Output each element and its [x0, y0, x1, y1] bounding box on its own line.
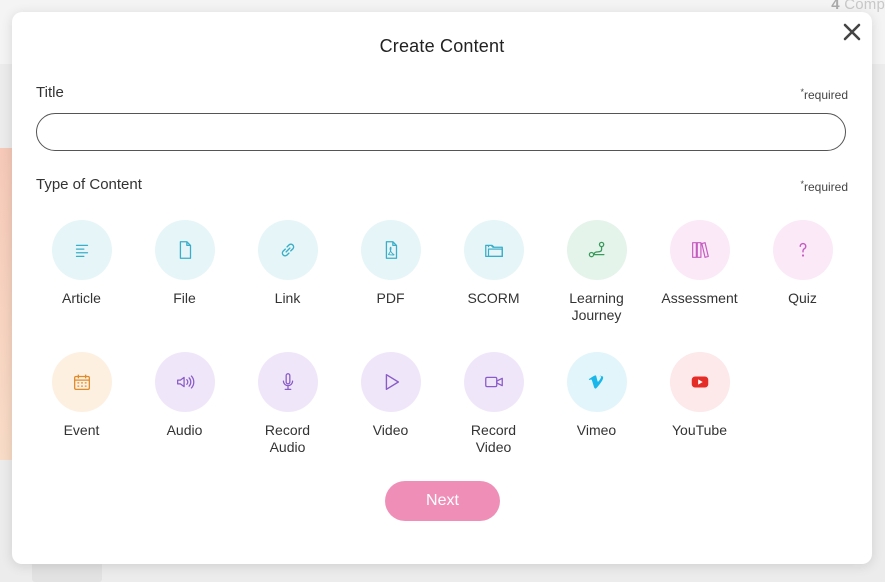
content-type-label: PDF	[376, 290, 405, 306]
next-button[interactable]: Next	[385, 481, 500, 521]
content-type-quiz[interactable]: Quiz	[751, 220, 854, 307]
content-type-label: Vimeo	[576, 422, 617, 438]
content-type-label: Assessment	[661, 290, 738, 306]
type-of-content-label: Type of Content	[36, 176, 142, 193]
title-label: Title	[36, 84, 64, 101]
title-required-text: required	[803, 88, 848, 102]
content-type-audio[interactable]: Audio	[133, 352, 236, 439]
content-type-label: Record Video	[470, 422, 517, 455]
content-type-label: Learning Journey	[569, 290, 624, 323]
content-type-label: YouTube	[671, 422, 727, 438]
content-type-label: Quiz	[788, 290, 817, 306]
title-required-note: *required	[800, 87, 848, 102]
folder-icon	[463, 220, 524, 280]
video-camera-icon	[463, 352, 524, 412]
content-type-pdf[interactable]: PDF	[339, 220, 442, 307]
speaker-icon	[154, 352, 215, 412]
books-icon	[669, 220, 730, 280]
content-type-label: Event	[63, 422, 100, 438]
article-icon	[51, 220, 112, 280]
journey-icon	[566, 220, 627, 280]
microphone-icon	[257, 352, 318, 412]
content-type-youtube[interactable]: YouTube	[648, 352, 751, 439]
vimeo-icon	[566, 352, 627, 412]
youtube-icon	[669, 352, 730, 412]
content-type-label: Audio	[166, 422, 203, 438]
content-type-label: Video	[372, 422, 409, 438]
content-type-record-audio[interactable]: Record Audio	[236, 352, 339, 456]
content-type-file[interactable]: File	[133, 220, 236, 307]
play-icon	[360, 352, 421, 412]
content-type-label: Article	[62, 290, 101, 306]
calendar-icon	[51, 352, 112, 412]
content-type-assessment[interactable]: Assessment	[648, 220, 751, 307]
question-icon	[772, 220, 833, 280]
pdf-icon	[360, 220, 421, 280]
content-type-label: Record Audio	[264, 422, 311, 455]
content-type-vimeo[interactable]: Vimeo	[545, 352, 648, 439]
content-type-video[interactable]: Video	[339, 352, 442, 439]
create-content-modal: Create Content Title *required Type of C…	[12, 12, 872, 564]
content-type-link[interactable]: Link	[236, 220, 339, 307]
content-type-article[interactable]: Article	[30, 220, 133, 307]
content-type-learning-journey[interactable]: Learning Journey	[545, 220, 648, 324]
title-input[interactable]	[36, 113, 846, 151]
content-type-label: SCORM	[467, 290, 520, 306]
content-type-label: File	[173, 290, 196, 306]
content-type-event[interactable]: Event	[30, 352, 133, 439]
link-icon	[257, 220, 318, 280]
modal-title: Create Content	[379, 36, 505, 56]
content-type-scorm[interactable]: SCORM	[442, 220, 545, 307]
type-required-note: *required	[800, 179, 848, 194]
type-required-text: required	[803, 180, 848, 194]
close-icon[interactable]	[842, 22, 862, 42]
content-type-record-video[interactable]: Record Video	[442, 352, 545, 456]
content-type-label: Link	[274, 290, 301, 306]
file-icon	[154, 220, 215, 280]
